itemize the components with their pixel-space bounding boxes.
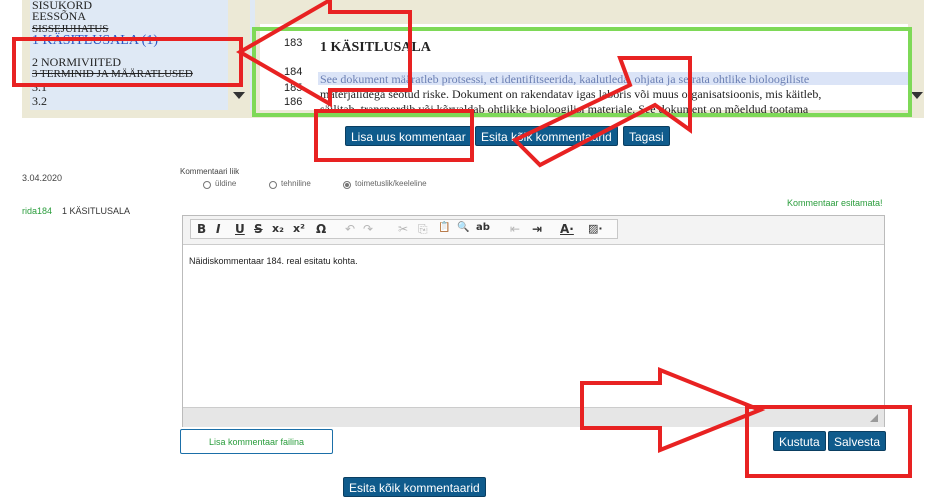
arrow-left-icon — [236, 0, 412, 108]
arrow-right-icon — [580, 367, 766, 453]
annotation-arrows — [236, 0, 766, 453]
arrow-diagonal-icon — [511, 56, 692, 168]
